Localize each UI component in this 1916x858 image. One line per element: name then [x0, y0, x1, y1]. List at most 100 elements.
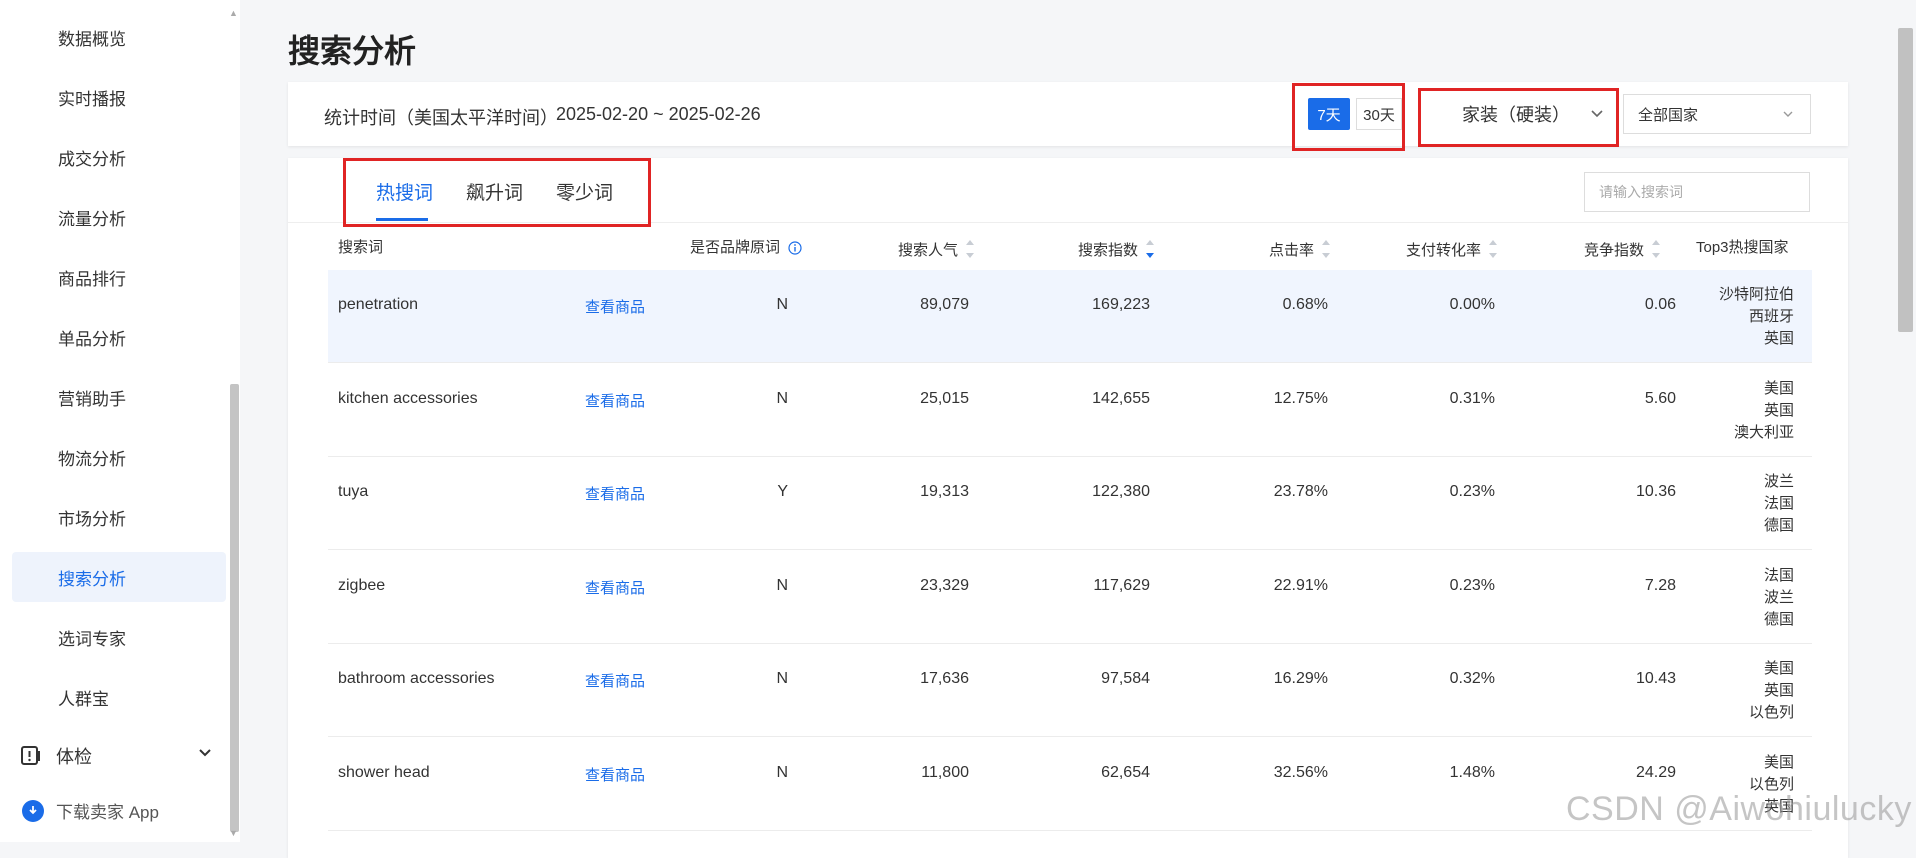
scroll-up-icon[interactable]: ▲	[229, 8, 238, 18]
country-name: 美国	[1763, 660, 1794, 677]
conversion-cell: 0.31%	[1449, 389, 1495, 407]
competition-cell: 10.43	[1635, 670, 1676, 687]
stat-time-label: 统计时间（美国太平洋时间）	[324, 108, 558, 128]
header-top3-countries: Top3热搜国家	[1696, 239, 1789, 256]
popularity-cell: 23,329	[920, 576, 969, 594]
conversion-cell: 0.00%	[1449, 296, 1495, 313]
period-7-button[interactable]: 7天	[1308, 98, 1350, 130]
header-conversion[interactable]: 支付转化率	[1406, 234, 1498, 266]
sort-desc-icon[interactable]	[1146, 234, 1155, 264]
brand-cell: N	[776, 576, 788, 594]
sort-icon[interactable]	[1322, 234, 1331, 264]
chevron-down-icon	[199, 749, 211, 757]
ctr-cell: 23.78%	[1273, 483, 1328, 500]
sidebar-item-10[interactable]: 选词专家	[12, 612, 226, 662]
chevron-down-icon	[1783, 111, 1793, 117]
view-products-link[interactable]: 查看商品	[585, 577, 645, 598]
country-name: 英国	[1763, 330, 1794, 347]
country-value: 全部国家	[1638, 106, 1699, 124]
sidebar-item-9[interactable]: 搜索分析	[12, 552, 226, 602]
view-products-link[interactable]: 查看商品	[585, 296, 645, 317]
download-app-link[interactable]: 下载卖家 App	[22, 798, 159, 823]
keyword-cell: bathroom accessories	[338, 670, 495, 687]
sidebar-item-1[interactable]: 实时播报	[12, 72, 226, 122]
search-input[interactable]	[1584, 172, 1810, 212]
conversion-cell: 0.32%	[1449, 670, 1495, 687]
page-title: 搜索分析	[288, 33, 417, 69]
country-name: 澳大利亚	[1733, 423, 1794, 441]
competition-cell: 24.29	[1635, 763, 1676, 781]
ctr-cell: 22.91%	[1273, 576, 1328, 594]
download-icon	[22, 799, 44, 822]
scroll-down-icon[interactable]: ▼	[229, 828, 238, 838]
country-name: 法国	[1763, 495, 1794, 512]
country-name: 波兰	[1763, 473, 1794, 490]
view-products-link[interactable]: 查看商品	[585, 670, 645, 691]
date-range: 2025-02-20 ~ 2025-02-26	[556, 104, 761, 124]
sidebar-item-label: 物流分析	[58, 449, 126, 469]
sidebar-item-0[interactable]: 数据概览	[12, 12, 226, 62]
brand-cell: N	[776, 763, 788, 781]
filter-bar: 统计时间（美国太平洋时间） 2025-02-20 ~ 2025-02-26 7天…	[288, 82, 1848, 146]
sidebar-group-health-check[interactable]: 体检	[20, 738, 220, 774]
sort-icon[interactable]	[1652, 234, 1661, 264]
tab-0[interactable]: 热搜词	[376, 178, 433, 205]
top3-countries-cell: 波兰 法国 德国	[1764, 471, 1794, 537]
sidebar-item-8[interactable]: 市场分析	[12, 492, 226, 542]
search-index-cell: 97,584	[1101, 670, 1150, 687]
sidebar-item-6[interactable]: 营销助手	[12, 372, 226, 422]
sidebar-item-11[interactable]: 人群宝	[12, 672, 226, 722]
country-name: 德国	[1763, 610, 1794, 628]
top3-countries-cell: 法国 波兰 德国	[1764, 565, 1794, 631]
view-products-link[interactable]: 查看商品	[585, 483, 645, 504]
sort-icon[interactable]	[1489, 234, 1498, 264]
sidebar-item-label: 搜索分析	[58, 569, 126, 589]
category-select[interactable]: 家装（硬装）	[1456, 98, 1612, 130]
country-name: 以色列	[1748, 704, 1794, 721]
period-30-button[interactable]: 30天	[1356, 98, 1402, 130]
country-name: 波兰	[1763, 588, 1794, 606]
sidebar-item-7[interactable]: 物流分析	[12, 432, 226, 482]
page-scrollbar[interactable]	[1898, 28, 1913, 332]
country-select[interactable]: 全部国家	[1623, 94, 1811, 134]
sidebar-item-label: 成交分析	[58, 149, 126, 169]
country-name: 美国	[1763, 379, 1794, 397]
sidebar-item-4[interactable]: 商品排行	[12, 252, 226, 302]
tab-1[interactable]: 飙升词	[466, 178, 523, 205]
table-row: penetration 查看商品 N 89,079 169,223 0.68% 0.00% 0…	[328, 270, 1812, 363]
search-index-cell: 142,655	[1092, 389, 1150, 407]
tab-2[interactable]: 零少词	[556, 178, 613, 205]
table-row: zigbee 查看商品 N 23,329 117,629 22.91% 0.23% 7.28 法…	[328, 551, 1812, 644]
keyword-cell: shower head	[338, 763, 430, 781]
header-index[interactable]: 搜索指数	[1078, 234, 1155, 266]
sort-icon[interactable]	[966, 234, 975, 264]
competition-cell: 7.28	[1644, 576, 1676, 594]
competition-cell: 0.06	[1644, 296, 1676, 313]
sidebar-item-label: 商品排行	[58, 269, 126, 289]
sidebar-item-3[interactable]: 流量分析	[12, 192, 226, 242]
view-products-link[interactable]: 查看商品	[585, 764, 645, 785]
brand-cell: N	[776, 389, 788, 407]
view-products-link[interactable]: 查看商品	[585, 390, 645, 411]
search-index-cell: 117,629	[1093, 576, 1150, 594]
health-check-icon	[21, 746, 40, 765]
header-brand: 是否品牌原词	[690, 236, 802, 257]
chevron-down-icon	[1591, 110, 1603, 118]
keyword-cell: penetration	[338, 296, 419, 313]
category-value: 家装（硬装）	[1462, 105, 1570, 125]
sidebar-item-label: 单品分析	[58, 329, 126, 349]
search-index-cell: 122,380	[1092, 483, 1150, 500]
info-icon[interactable]	[788, 241, 802, 255]
sidebar-item-5[interactable]: 单品分析	[12, 312, 226, 362]
popularity-cell: 25,015	[920, 389, 969, 407]
header-ctr[interactable]: 点击率	[1269, 234, 1331, 266]
header-popularity[interactable]: 搜索人气	[898, 234, 975, 266]
sidebar-scrollbar[interactable]	[230, 384, 239, 832]
sidebar-item-2[interactable]: 成交分析	[12, 132, 226, 182]
active-tab-indicator	[376, 218, 428, 221]
brand-cell: N	[776, 296, 788, 313]
country-name: 美国	[1763, 753, 1794, 771]
header-competition[interactable]: 竞争指数	[1584, 234, 1661, 266]
country-name: 沙特阿拉伯	[1718, 286, 1794, 303]
sidebar-item-label: 市场分析	[58, 509, 126, 529]
